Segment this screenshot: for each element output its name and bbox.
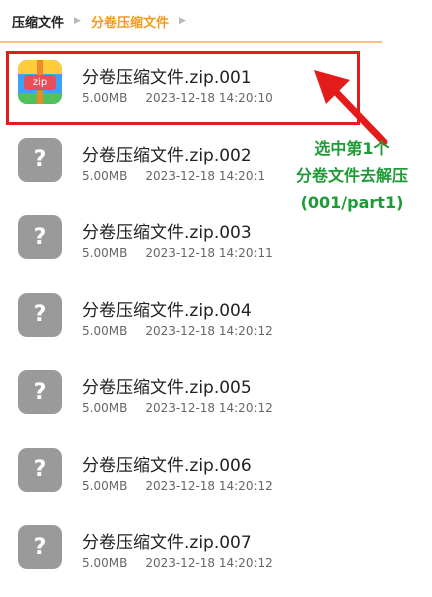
file-name: 分卷压缩文件.zip.002 — [82, 145, 252, 166]
file-row[interactable]: ? 分卷压缩文件.zip.005 5.00MB 2023-12-18 14:20:… — [0, 353, 382, 431]
breadcrumb-item-split-archive[interactable]: 分卷压缩文件 — [91, 12, 169, 31]
unknown-file-icon: ? — [18, 370, 62, 414]
file-row[interactable]: ? 分卷压缩文件.zip.007 5.00MB 2023-12-18 14:20:… — [0, 508, 382, 586]
breadcrumb-item-compressed-files[interactable]: 压缩文件 — [12, 12, 64, 31]
unknown-file-icon: ? — [18, 137, 62, 182]
selection-highlight-box — [6, 51, 360, 125]
breadcrumb: 压缩文件 ▶ 分卷压缩文件 ▶ — [0, 0, 382, 42]
file-date: 2023-12-18 14:20:1 — [145, 168, 266, 183]
file-size: 5.00MB — [82, 246, 128, 260]
annotation-line: 选中第1个 — [314, 139, 390, 158]
file-name: 分卷压缩文件.zip.006 — [82, 455, 252, 476]
file-meta: 5.00MB 2023-12-18 14:20:12 — [82, 401, 273, 415]
file-date: 2023-12-18 14:20:12 — [145, 556, 273, 570]
file-size: 5.00MB — [82, 556, 128, 570]
file-date: 2023-12-18 14:20:12 — [145, 323, 273, 338]
file-size: 5.00MB — [82, 168, 128, 183]
file-meta: 5.00MB 2023-12-18 14:20:12 — [82, 479, 273, 493]
file-meta: 5.00MB 2023-12-18 14:20:11 — [82, 246, 273, 260]
file-row[interactable]: ? 分卷压缩文件.zip.006 5.00MB 2023-12-18 14:20:… — [0, 431, 382, 509]
file-meta: 5.00MB 2023-12-18 14:20:12 — [82, 556, 273, 570]
unknown-file-icon: ? — [18, 525, 62, 569]
file-name: 分卷压缩文件.zip.003 — [82, 223, 252, 243]
file-row[interactable]: ? 分卷压缩文件.zip.004 5.00MB 2023-12-18 14:20:… — [0, 276, 382, 354]
unknown-file-icon: ? — [18, 447, 62, 492]
file-name: 分卷压缩文件.zip.005 — [82, 378, 252, 398]
file-meta: 5.00MB 2023-12-18 14:20:1 — [82, 169, 265, 183]
unknown-file-icon: ? — [18, 292, 62, 337]
unknown-file-icon: ? — [18, 215, 62, 259]
file-meta: 5.00MB 2023-12-18 14:20:12 — [82, 324, 273, 338]
file-date: 2023-12-18 14:20:12 — [145, 401, 273, 415]
annotation-line: (001/part1) — [300, 193, 404, 212]
file-size: 5.00MB — [82, 478, 128, 493]
file-name: 分卷压缩文件.zip.004 — [82, 300, 252, 321]
breadcrumb-chevron-icon: ▶ — [178, 16, 186, 26]
file-date: 2023-12-18 14:20:11 — [145, 246, 273, 260]
file-size: 5.00MB — [82, 323, 128, 338]
file-date: 2023-12-18 14:20:12 — [145, 478, 273, 493]
file-size: 5.00MB — [82, 401, 128, 415]
breadcrumb-chevron-icon: ▶ — [74, 16, 81, 26]
instruction-annotation: 选中第1个 分卷文件去解压 (001/part1) — [272, 135, 432, 216]
file-name: 分卷压缩文件.zip.007 — [82, 533, 252, 553]
annotation-line: 分卷文件去解压 — [295, 166, 408, 185]
